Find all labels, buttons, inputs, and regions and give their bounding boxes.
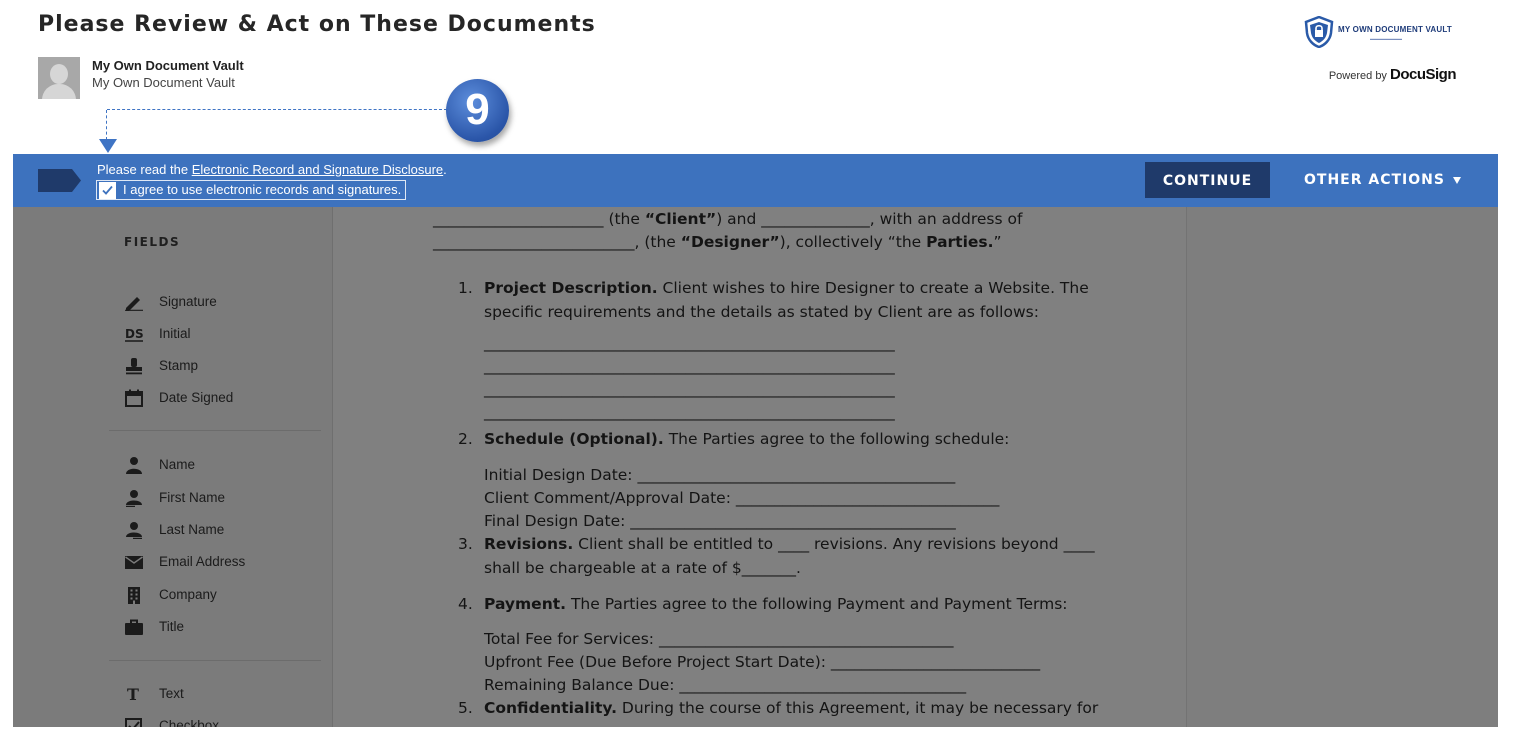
brand-logo: MY OWN DOCUMENT VAULT ▬▬▬▬▬▬▬▬ bbox=[1300, 14, 1460, 54]
blank-line: ________________________________________… bbox=[484, 403, 895, 421]
continue-button[interactable]: CONTINUE bbox=[1145, 162, 1270, 198]
blank-line: ________________________________________… bbox=[484, 357, 895, 375]
field-label: Stamp bbox=[159, 358, 199, 373]
section-number: 4. bbox=[458, 595, 473, 613]
field-checkbox[interactable]: Checkbox bbox=[124, 715, 314, 727]
step-number-badge: 9 bbox=[446, 79, 509, 142]
field-label: Name bbox=[159, 457, 196, 472]
action-banner: Please read the Electronic Record and Si… bbox=[13, 154, 1498, 207]
section-project-description: Project Description. Client wishes to hi… bbox=[484, 279, 1089, 297]
field-signature[interactable]: Signature bbox=[124, 291, 314, 313]
powered-by: Powered by DocuSign bbox=[1328, 66, 1457, 83]
agree-checkbox-row[interactable]: I agree to use electronic records and si… bbox=[96, 180, 407, 200]
person-icon bbox=[126, 457, 142, 474]
svg-text:T: T bbox=[127, 685, 139, 703]
disclosure-suffix: . bbox=[443, 162, 447, 177]
section-number: 1. bbox=[458, 279, 473, 297]
other-actions-menu[interactable]: OTHER ACTIONS bbox=[1304, 162, 1461, 198]
field-company[interactable]: Company bbox=[124, 584, 314, 606]
field-last-name[interactable]: Last Name bbox=[124, 519, 314, 541]
disclosure-link[interactable]: Electronic Record and Signature Disclosu… bbox=[192, 162, 443, 177]
right-pane bbox=[1186, 207, 1498, 727]
doc-line: Initial Design Date: ___________________… bbox=[484, 466, 956, 484]
checkmark-icon bbox=[102, 185, 113, 195]
shield-lock-icon bbox=[1304, 16, 1334, 48]
sender-avatar bbox=[38, 57, 80, 99]
section-number: 5. bbox=[458, 699, 473, 717]
sidebar-divider bbox=[109, 660, 321, 661]
doc-line: Final Design Date: _____________________… bbox=[484, 512, 956, 530]
field-name[interactable]: Name bbox=[124, 454, 314, 476]
brand-logo-text: MY OWN DOCUMENT VAULT bbox=[1338, 25, 1452, 34]
annotation-dashed-line-vertical bbox=[106, 110, 107, 140]
field-title[interactable]: Title bbox=[124, 616, 314, 638]
field-date-signed[interactable]: Date Signed bbox=[124, 387, 314, 409]
docusign-logo: DocuSign bbox=[1390, 66, 1457, 83]
doc-line: shall be chargeable at a rate of $______… bbox=[484, 559, 801, 577]
sender-name: My Own Document Vault bbox=[92, 58, 244, 73]
section-payment: Payment. The Parties agree to the follow… bbox=[484, 595, 1068, 613]
svg-text:DS: DS bbox=[125, 327, 144, 341]
field-email-address[interactable]: Email Address bbox=[124, 551, 314, 573]
doc-line: Remaining Balance Due: _________________… bbox=[484, 676, 967, 694]
calendar-icon bbox=[125, 389, 143, 407]
caret-down-icon bbox=[1452, 176, 1461, 184]
building-icon bbox=[128, 587, 140, 604]
doc-line-parties-2: __________________________, (the “Design… bbox=[433, 233, 1002, 251]
blank-line: ________________________________________… bbox=[484, 380, 895, 398]
checkbox-icon bbox=[125, 718, 142, 727]
document-page: ______________________ (the “Client”) an… bbox=[333, 207, 1186, 727]
sidebar-divider bbox=[109, 430, 321, 431]
blank-line: ________________________________________… bbox=[484, 334, 895, 352]
agree-label: I agree to use electronic records and si… bbox=[123, 182, 402, 197]
pen-icon bbox=[125, 297, 143, 311]
field-stamp[interactable]: Stamp bbox=[124, 355, 314, 377]
annotation-arrow-icon bbox=[99, 139, 117, 153]
envelope-icon bbox=[125, 556, 143, 569]
disclosure-notice: Please read the Electronic Record and Si… bbox=[97, 162, 447, 177]
other-actions-label: OTHER ACTIONS bbox=[1304, 172, 1445, 188]
doc-line: Upfront Fee (Due Before Project Start Da… bbox=[484, 653, 1041, 671]
field-label: Checkbox bbox=[159, 718, 220, 727]
annotation-dashed-line bbox=[107, 109, 447, 110]
field-label: Text bbox=[159, 686, 184, 701]
doc-line: Client Comment/Approval Date: __________… bbox=[484, 489, 1000, 507]
briefcase-icon bbox=[125, 619, 143, 635]
doc-line: specific requirements and the details as… bbox=[484, 303, 1039, 321]
fields-title: FIELDS bbox=[124, 235, 181, 249]
doc-line: Total Fee for Services: ________________… bbox=[484, 630, 954, 648]
section-revisions: Revisions. Client shall be entitled to _… bbox=[484, 535, 1095, 553]
field-initial[interactable]: DS Initial bbox=[124, 323, 314, 345]
field-label: Date Signed bbox=[159, 390, 234, 405]
section-number: 3. bbox=[458, 535, 473, 553]
section-confidentiality: Confidentiality. During the course of th… bbox=[484, 699, 1099, 717]
field-label: Email Address bbox=[159, 554, 246, 569]
section-schedule: Schedule (Optional). The Parties agree t… bbox=[484, 430, 1010, 448]
fields-sidebar: FIELDS Signature DS Initial Stamp Date S… bbox=[13, 207, 333, 727]
text-icon: T bbox=[127, 685, 139, 703]
page-title: Please Review & Act on These Documents bbox=[38, 12, 596, 37]
field-label: Title bbox=[159, 619, 185, 634]
field-label: Initial bbox=[159, 326, 191, 341]
doc-line-parties-1: ______________________ (the “Client”) an… bbox=[433, 210, 1023, 228]
section-number: 2. bbox=[458, 430, 473, 448]
ds-initial-icon: DS bbox=[125, 327, 144, 342]
tag-arrow-icon bbox=[38, 169, 81, 192]
disclosure-prefix: Please read the bbox=[97, 162, 192, 177]
person-last-icon bbox=[126, 522, 142, 539]
field-label: First Name bbox=[159, 490, 226, 505]
person-first-icon bbox=[126, 490, 142, 507]
field-label: Signature bbox=[159, 294, 217, 309]
stamp-icon bbox=[126, 358, 142, 375]
field-text[interactable]: T Text bbox=[124, 683, 314, 705]
workspace: FIELDS Signature DS Initial Stamp Date S… bbox=[13, 207, 1498, 727]
field-label: Last Name bbox=[159, 522, 225, 537]
field-label: Company bbox=[159, 587, 217, 602]
brand-logo-tagline: ▬▬▬▬▬▬▬▬ bbox=[1370, 36, 1402, 41]
field-first-name[interactable]: First Name bbox=[124, 487, 314, 509]
powered-by-prefix: Powered by bbox=[1328, 70, 1387, 82]
sender-subtitle: My Own Document Vault bbox=[92, 75, 235, 90]
agree-checkbox[interactable] bbox=[99, 182, 116, 199]
